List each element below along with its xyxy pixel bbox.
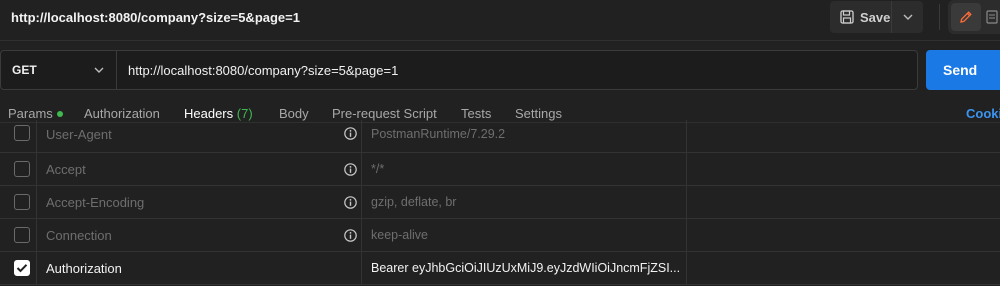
tab-label: Params bbox=[8, 106, 53, 121]
header-enable-checkbox[interactable] bbox=[14, 260, 30, 276]
column-divider bbox=[36, 186, 37, 218]
tab-tests[interactable]: Tests bbox=[461, 106, 491, 121]
documentation-mode-button[interactable] bbox=[981, 3, 1000, 31]
header-value[interactable]: gzip, deflate, br bbox=[371, 195, 456, 209]
info-icon[interactable] bbox=[344, 163, 357, 176]
tab-label: Settings bbox=[515, 106, 562, 121]
tab-body[interactable]: Body bbox=[279, 106, 309, 121]
tab-label: Headers bbox=[184, 106, 234, 121]
checkmark-icon bbox=[16, 264, 28, 273]
column-divider bbox=[36, 153, 37, 185]
tab-headers[interactable]: Headers (7) bbox=[184, 106, 253, 121]
column-divider bbox=[36, 219, 37, 251]
column-divider bbox=[686, 219, 687, 251]
column-divider bbox=[686, 186, 687, 218]
send-button[interactable]: Send bbox=[926, 50, 1000, 90]
column-divider bbox=[361, 186, 362, 218]
edit-mode-button[interactable] bbox=[951, 3, 981, 31]
tab-label: Tests bbox=[461, 106, 492, 121]
column-divider bbox=[361, 120, 362, 152]
info-icon[interactable] bbox=[344, 229, 357, 242]
cookies-link[interactable]: Cooki bbox=[966, 106, 1000, 121]
view-mode-toggle bbox=[948, 0, 1000, 34]
column-divider bbox=[686, 120, 687, 152]
header-enable-checkbox[interactable] bbox=[14, 194, 30, 210]
tab-label: Pre-request Script bbox=[332, 106, 437, 121]
url-input[interactable]: http://localhost:8080/company?size=5&pag… bbox=[117, 51, 917, 89]
save-button-group: Save bbox=[830, 1, 923, 33]
header-enable-checkbox[interactable] bbox=[14, 161, 30, 177]
tab-pre-request-script[interactable]: Pre-request Script bbox=[332, 106, 437, 121]
request-url-bar: GET http://localhost:8080/company?size=5… bbox=[0, 50, 918, 90]
header-enable-checkbox[interactable] bbox=[14, 125, 30, 141]
table-row: Accept */* bbox=[0, 153, 1000, 186]
header-key[interactable]: Connection bbox=[46, 228, 112, 243]
table-row: Connection keep-alive bbox=[0, 219, 1000, 252]
tab-params[interactable]: Params bbox=[8, 106, 63, 121]
request-header-bar: http://localhost:8080/company?size=5&pag… bbox=[0, 0, 1000, 40]
save-options-button[interactable] bbox=[892, 1, 923, 33]
info-icon[interactable] bbox=[344, 127, 357, 140]
header-value[interactable]: PostmanRuntime/7.29.2 bbox=[371, 127, 505, 141]
params-indicator-dot bbox=[56, 110, 63, 117]
request-title[interactable]: http://localhost:8080/company?size=5&pag… bbox=[11, 10, 300, 25]
header-key[interactable]: Accept-Encoding bbox=[46, 195, 144, 210]
header-key[interactable]: Accept bbox=[46, 162, 86, 177]
header-separator bbox=[0, 40, 1000, 41]
column-divider bbox=[361, 219, 362, 251]
pencil-icon bbox=[960, 11, 972, 23]
header-enable-checkbox[interactable] bbox=[14, 227, 30, 243]
column-divider bbox=[36, 252, 37, 284]
column-divider bbox=[686, 153, 687, 185]
column-divider bbox=[361, 252, 362, 284]
table-row: Authorization Bearer eyJhbGciOiJIUzUxMiJ… bbox=[0, 252, 1000, 285]
column-divider bbox=[361, 153, 362, 185]
info-icon[interactable] bbox=[344, 196, 357, 209]
headers-count: (7) bbox=[236, 106, 253, 121]
tab-label: Authorization bbox=[84, 106, 160, 121]
header-value[interactable]: Bearer eyJhbGciOiJIUzUxMiJ9.eyJzdWIiOiJn… bbox=[371, 261, 680, 275]
save-button[interactable]: Save bbox=[830, 1, 892, 33]
header-value[interactable]: */* bbox=[371, 162, 384, 176]
header-value[interactable]: keep-alive bbox=[371, 228, 428, 242]
headers-table: User-Agent PostmanRuntime/7.29.2 Accept … bbox=[0, 120, 1000, 286]
header-key[interactable]: User-Agent bbox=[46, 127, 112, 142]
table-row: Accept-Encoding gzip, deflate, br bbox=[0, 186, 1000, 219]
tab-settings[interactable]: Settings bbox=[515, 106, 562, 121]
save-icon bbox=[840, 10, 854, 24]
method-label: GET bbox=[12, 63, 37, 77]
tab-authorization[interactable]: Authorization bbox=[84, 106, 160, 121]
save-label: Save bbox=[860, 9, 891, 25]
document-icon bbox=[986, 10, 998, 24]
method-select[interactable]: GET bbox=[1, 51, 117, 89]
toolbar-divider bbox=[939, 4, 940, 30]
table-row: User-Agent PostmanRuntime/7.29.2 bbox=[0, 120, 1000, 153]
header-key[interactable]: Authorization bbox=[46, 261, 122, 276]
column-divider bbox=[686, 252, 687, 284]
chevron-down-icon bbox=[94, 67, 104, 73]
column-divider bbox=[36, 120, 37, 152]
chevron-down-icon bbox=[903, 14, 912, 20]
tab-label: Body bbox=[279, 106, 309, 121]
